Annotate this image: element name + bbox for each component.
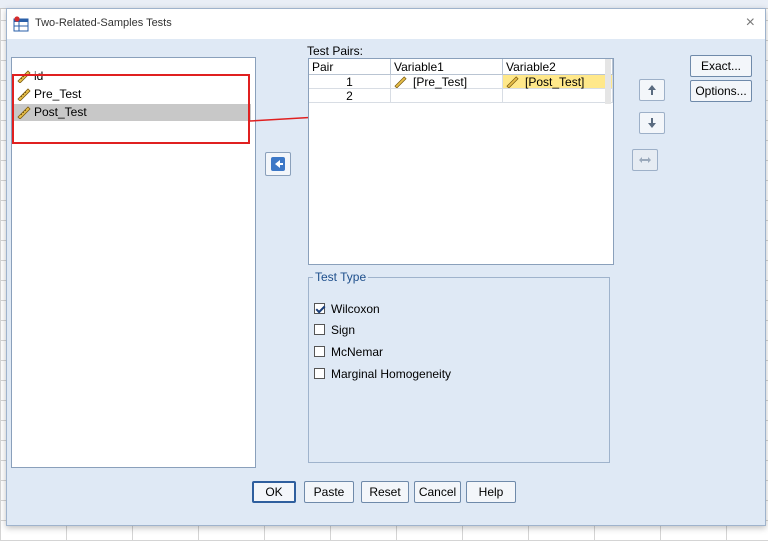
variable1-value: [Pre_Test] bbox=[413, 75, 468, 89]
variable1-cell[interactable] bbox=[391, 89, 503, 103]
variable-item-id[interactable]: id bbox=[14, 68, 251, 85]
variable1-cell[interactable]: [Pre_Test] bbox=[391, 75, 503, 89]
test-pairs-label: Test Pairs: bbox=[307, 44, 363, 58]
exact-button[interactable]: Exact... bbox=[690, 55, 752, 77]
left-arrow-icon bbox=[271, 157, 285, 171]
cancel-button-label: Cancel bbox=[418, 485, 457, 499]
ruler-icon bbox=[394, 76, 407, 88]
wilcoxon-checkbox[interactable] bbox=[314, 303, 325, 315]
swap-pair-button[interactable] bbox=[632, 149, 658, 171]
marginal-homogeneity-label: Marginal Homogeneity bbox=[331, 367, 452, 381]
marginal-homogeneity-checkbox-row[interactable]: Marginal Homogeneity bbox=[314, 366, 451, 382]
cancel-button[interactable]: Cancel bbox=[414, 481, 461, 503]
test-pairs-grid[interactable]: Pair Variable1 Variable2 1 [Pre_Test] [P… bbox=[308, 58, 614, 265]
variable2-cell[interactable]: [Post_Test] bbox=[503, 75, 613, 89]
move-pair-up-button[interactable] bbox=[639, 79, 665, 101]
wilcoxon-label: Wilcoxon bbox=[331, 302, 380, 316]
pair-number-cell[interactable]: 1 bbox=[309, 75, 391, 89]
down-arrow-icon bbox=[648, 118, 656, 128]
options-button-label: Options... bbox=[695, 84, 747, 98]
ok-button-label: OK bbox=[265, 485, 283, 499]
move-variable-button[interactable] bbox=[265, 152, 291, 176]
column-header-variable2[interactable]: Variable2 bbox=[503, 59, 613, 75]
ruler-icon bbox=[17, 88, 31, 101]
title-bar: Two-Related-Samples Tests × bbox=[7, 9, 765, 39]
ruler-icon bbox=[17, 106, 31, 119]
dialog-title: Two-Related-Samples Tests bbox=[35, 17, 172, 29]
variable2-cell[interactable] bbox=[503, 89, 613, 103]
mcnemar-checkbox-row[interactable]: McNemar bbox=[314, 344, 383, 360]
options-button[interactable]: Options... bbox=[690, 80, 752, 102]
marginal-homogeneity-checkbox[interactable] bbox=[314, 368, 325, 380]
source-variable-list[interactable]: id Pre_Test Post_Test bbox=[11, 57, 256, 468]
mcnemar-checkbox[interactable] bbox=[314, 346, 325, 358]
pair-number-cell[interactable]: 2 bbox=[309, 89, 391, 103]
help-button-label: Help bbox=[478, 485, 504, 499]
variable-label: Pre_Test bbox=[34, 87, 82, 101]
up-arrow-icon bbox=[648, 85, 656, 95]
variable-label: id bbox=[34, 69, 44, 83]
sign-checkbox[interactable] bbox=[314, 324, 325, 336]
wilcoxon-checkbox-row[interactable]: Wilcoxon bbox=[314, 301, 380, 317]
pairs-scrollbar[interactable] bbox=[605, 59, 611, 104]
mcnemar-label: McNemar bbox=[331, 345, 384, 359]
variable-item-post-test[interactable]: Post_Test bbox=[14, 104, 251, 121]
reset-button-label: Reset bbox=[369, 485, 401, 499]
paste-button-label: Paste bbox=[313, 485, 345, 499]
column-header-variable1[interactable]: Variable1 bbox=[391, 59, 503, 75]
swap-arrow-icon bbox=[639, 157, 651, 163]
variable2-value: [Post_Test] bbox=[525, 75, 585, 89]
test-type-legend: Test Type bbox=[313, 270, 369, 284]
move-pair-down-button[interactable] bbox=[639, 112, 665, 134]
test-pairs-label-text: Test Pairs: bbox=[307, 44, 364, 58]
variable-item-pre-test[interactable]: Pre_Test bbox=[14, 86, 251, 103]
sign-checkbox-row[interactable]: Sign bbox=[314, 322, 355, 338]
paste-button[interactable]: Paste bbox=[304, 481, 354, 503]
sign-label: Sign bbox=[331, 323, 356, 337]
exact-button-label: Exact... bbox=[700, 59, 741, 73]
close-icon[interactable]: × bbox=[746, 14, 755, 32]
ruler-icon bbox=[17, 70, 31, 83]
ruler-icon bbox=[506, 76, 519, 88]
help-button[interactable]: Help bbox=[466, 481, 516, 503]
column-header-pair[interactable]: Pair bbox=[309, 59, 391, 75]
reset-button[interactable]: Reset bbox=[361, 481, 409, 503]
ok-button[interactable]: OK bbox=[252, 481, 296, 503]
spss-table-icon bbox=[13, 16, 29, 32]
variable-label: Post_Test bbox=[34, 105, 87, 119]
